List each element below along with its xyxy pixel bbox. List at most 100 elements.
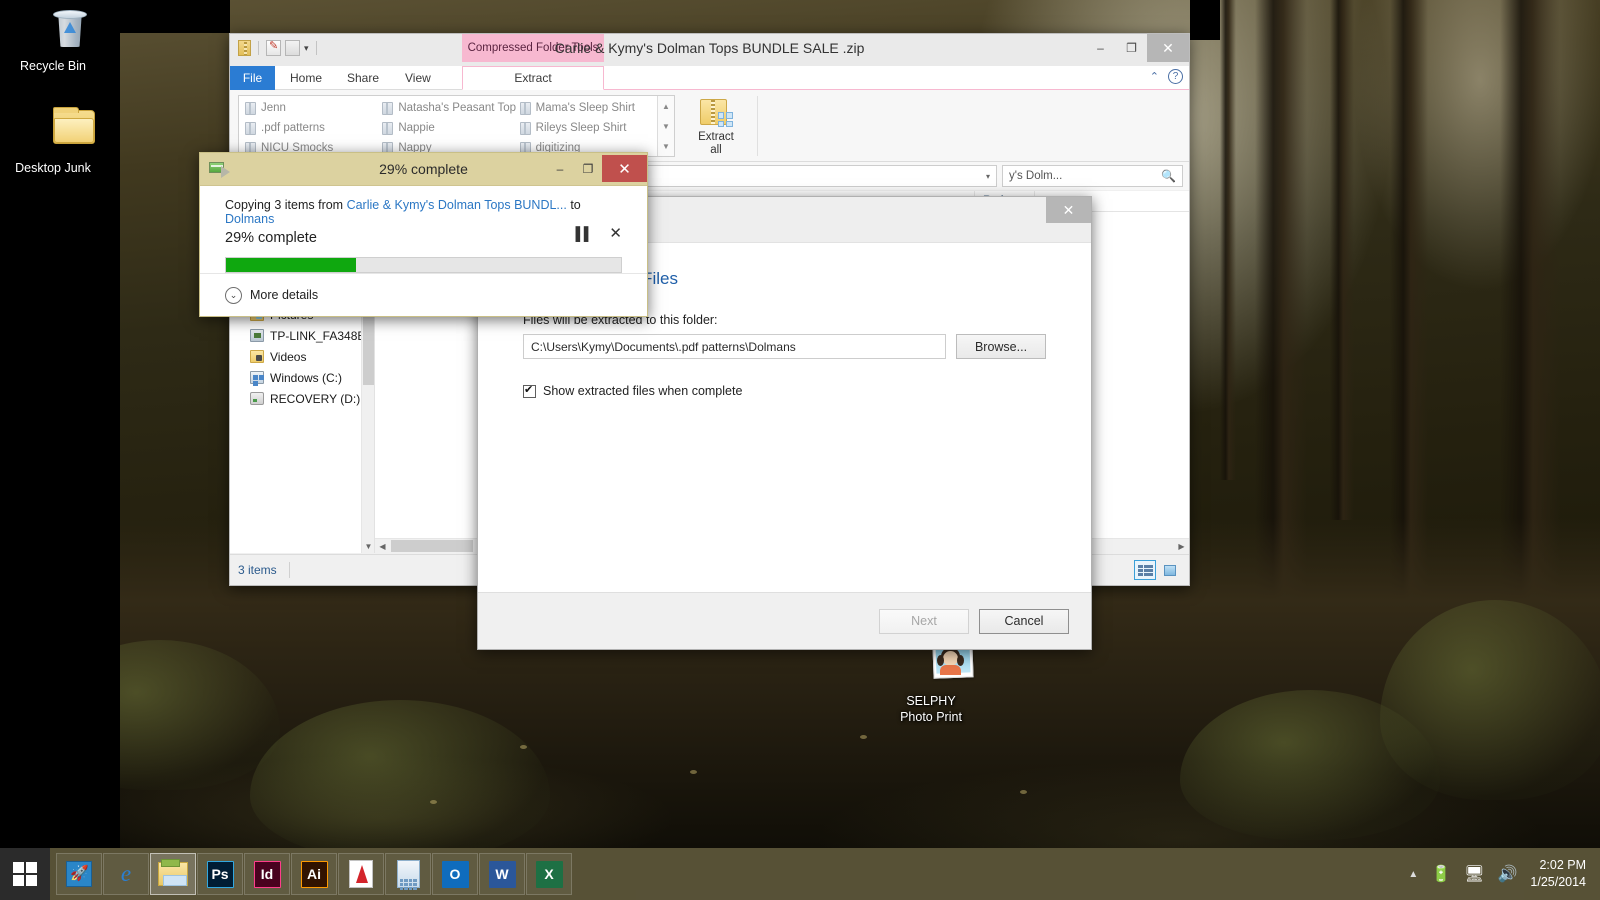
show-hidden-icons-button[interactable]: ▲	[1408, 869, 1418, 880]
tab-share[interactable]: Share	[335, 66, 391, 90]
volume-icon[interactable]: 🔊	[1497, 864, 1517, 884]
sidebar-item-tp-link[interactable]: TP-LINK_FA348E:	[230, 325, 374, 346]
gallery-item[interactable]: Jenn	[242, 98, 379, 118]
extract-all-label-line2: all	[710, 144, 722, 157]
extract-to-gallery[interactable]: Jenn Natasha's Peasant Top Mama's Sleep …	[238, 95, 675, 157]
scroll-left-icon[interactable]: ◀	[375, 539, 390, 553]
large-icons-view-button[interactable]	[1159, 560, 1181, 580]
extract-all-button[interactable]: Extract all	[686, 94, 746, 158]
folder-icon	[382, 101, 394, 115]
search-input[interactable]: y's Dolm... 🔍	[1002, 165, 1183, 187]
tree-trunk	[1330, 0, 1354, 520]
gallery-item-label: Nappie	[398, 122, 435, 134]
desktop-icon-recycle-bin[interactable]: Recycle Bin	[0, 8, 106, 75]
scroll-down-icon[interactable]: ▼	[662, 122, 670, 131]
minimize-button[interactable]: –	[1085, 34, 1116, 62]
scroll-down-icon[interactable]: ▼	[362, 539, 374, 553]
chevron-down-icon[interactable]: ⌄	[225, 286, 242, 304]
sidebar-item-videos[interactable]: Videos	[230, 346, 374, 367]
desktop-icon-label-line1: SELPHY	[906, 694, 956, 708]
copy-progress-dialog[interactable]: 29% complete – ❐ ✕ Copying 3 items from …	[199, 152, 648, 317]
internet-explorer-icon[interactable]: e	[103, 853, 149, 895]
rocket-launcher-icon[interactable]	[56, 853, 102, 895]
tab-file[interactable]: File	[230, 66, 275, 90]
close-button[interactable]: ✕	[602, 155, 647, 182]
show-extracted-files-checkbox[interactable]	[523, 383, 536, 398]
copy-dialog-title-bar[interactable]: 29% complete – ❐ ✕	[200, 153, 647, 186]
details-view-icon	[1137, 564, 1153, 576]
cancel-copy-button[interactable]: ✕	[609, 224, 622, 242]
folder-icon	[519, 101, 531, 115]
large-icons-view-icon	[1164, 564, 1176, 576]
desktop-icon-desktop-junk[interactable]: Desktop Junk	[0, 107, 106, 177]
start-button[interactable]	[0, 848, 50, 900]
network-drive-icon	[250, 329, 264, 342]
tree-trunk	[1220, 0, 1236, 480]
gallery-item[interactable]: .pdf patterns	[242, 118, 379, 138]
hard-drive-icon	[250, 392, 264, 405]
indesign-icon[interactable]: Id	[244, 853, 290, 895]
gallery-item-label: Rileys Sleep Shirt	[535, 122, 627, 134]
gallery-item[interactable]: Nappie	[379, 118, 516, 138]
taskbar-items[interactable]: e Ps Id Ai O W X	[56, 853, 572, 895]
minimize-button[interactable]: –	[546, 155, 574, 182]
illustrator-icon[interactable]: Ai	[291, 853, 337, 895]
tab-home[interactable]: Home	[278, 66, 334, 90]
clock[interactable]: 2:02 PM 1/25/2014	[1530, 857, 1586, 891]
copy-source-link[interactable]: Carlie & Kymy's Dolman Tops BUNDL...	[347, 198, 567, 212]
desktop-icon-selphy-photo-print[interactable]: SELPHY Photo Print	[878, 625, 984, 725]
calculator-icon[interactable]	[385, 853, 431, 895]
collapse-ribbon-icon[interactable]: ⌃	[1150, 70, 1159, 83]
chevron-down-icon[interactable]: ▾	[986, 172, 990, 181]
details-view-button[interactable]	[1134, 560, 1156, 580]
acrobat-reader-icon[interactable]	[338, 853, 384, 895]
folder-icon	[245, 101, 256, 115]
copy-description: Copying 3 items from Carlie & Kymy's Dol…	[225, 198, 622, 226]
network-icon[interactable]: 🖥	[1464, 864, 1484, 884]
outlook-icon[interactable]: O	[432, 853, 478, 895]
tab-view[interactable]: View	[393, 66, 443, 90]
close-button[interactable]: ✕	[1046, 197, 1091, 223]
battery-icon[interactable]: 🔋	[1431, 864, 1451, 884]
scroll-up-icon[interactable]: ▲	[662, 102, 670, 111]
gallery-scrollbar[interactable]: ▲ ▼ ▼	[657, 96, 674, 156]
pause-button[interactable]: ▐▐	[571, 226, 588, 241]
more-details-link[interactable]: More details	[250, 288, 318, 302]
scrollbar-thumb[interactable]	[391, 540, 473, 552]
copy-destination-link[interactable]: Dolmans	[225, 212, 274, 226]
folder-icon	[382, 121, 394, 135]
explorer-window-controls[interactable]: – ❐ ✕	[1085, 34, 1189, 62]
show-extracted-files-row[interactable]: Show extracted files when complete	[523, 383, 1046, 398]
gallery-expand-icon[interactable]: ▼	[662, 142, 670, 151]
cancel-button[interactable]: Cancel	[979, 608, 1069, 634]
close-button[interactable]: ✕	[1147, 34, 1189, 62]
browse-button[interactable]: Browse...	[956, 334, 1046, 359]
destination-path-input[interactable]: C:\Users\Kymy\Documents\.pdf patterns\Do…	[523, 334, 946, 359]
sidebar-item-recovery-d[interactable]: RECOVERY (D:)	[230, 388, 374, 409]
copy-controls[interactable]: ▐▐ ✕	[571, 224, 622, 242]
sidebar-item-windows-c[interactable]: Windows (C:)	[230, 367, 374, 388]
tab-extract[interactable]: Extract	[462, 66, 604, 90]
system-tray[interactable]: ▲ 🔋 🖥 🔊 2:02 PM 1/25/2014	[1408, 857, 1600, 891]
copy-dialog-window-controls[interactable]: – ❐ ✕	[546, 155, 647, 182]
maximize-button[interactable]: ❐	[574, 155, 602, 182]
gallery-item[interactable]: Mama's Sleep Shirt	[517, 98, 654, 118]
extract-to-gallery-items[interactable]: Jenn Natasha's Peasant Top Mama's Sleep …	[239, 96, 657, 156]
view-mode-buttons[interactable]	[1134, 560, 1181, 580]
explorer-title-bar[interactable]: ▾ Compressed Folder Tools Carlie & Kymy'…	[230, 34, 1189, 66]
help-icon[interactable]: ?	[1168, 69, 1183, 84]
ribbon-tab-strip[interactable]: File Home Share View Extract ⌃ ?	[230, 66, 1189, 90]
photoshop-icon[interactable]: Ps	[197, 853, 243, 895]
taskbar[interactable]: e Ps Id Ai O W X ▲ 🔋 🖥 🔊 2:02 PM 1/25/20…	[0, 848, 1600, 900]
next-button[interactable]: Next	[879, 608, 969, 634]
maximize-button[interactable]: ❐	[1116, 34, 1147, 62]
word-icon[interactable]: W	[479, 853, 525, 895]
gallery-item[interactable]: Natasha's Peasant Top	[379, 98, 516, 118]
gallery-item-label: Mama's Sleep Shirt	[535, 102, 636, 114]
scroll-right-icon[interactable]: ▶	[1174, 539, 1189, 553]
copy-dialog-footer[interactable]: ⌄ More details	[200, 273, 647, 316]
excel-icon[interactable]: X	[526, 853, 572, 895]
file-explorer-icon[interactable]	[150, 853, 196, 895]
gallery-item[interactable]: Rileys Sleep Shirt	[517, 118, 654, 138]
sidebar-item-label: RECOVERY (D:)	[270, 391, 361, 406]
